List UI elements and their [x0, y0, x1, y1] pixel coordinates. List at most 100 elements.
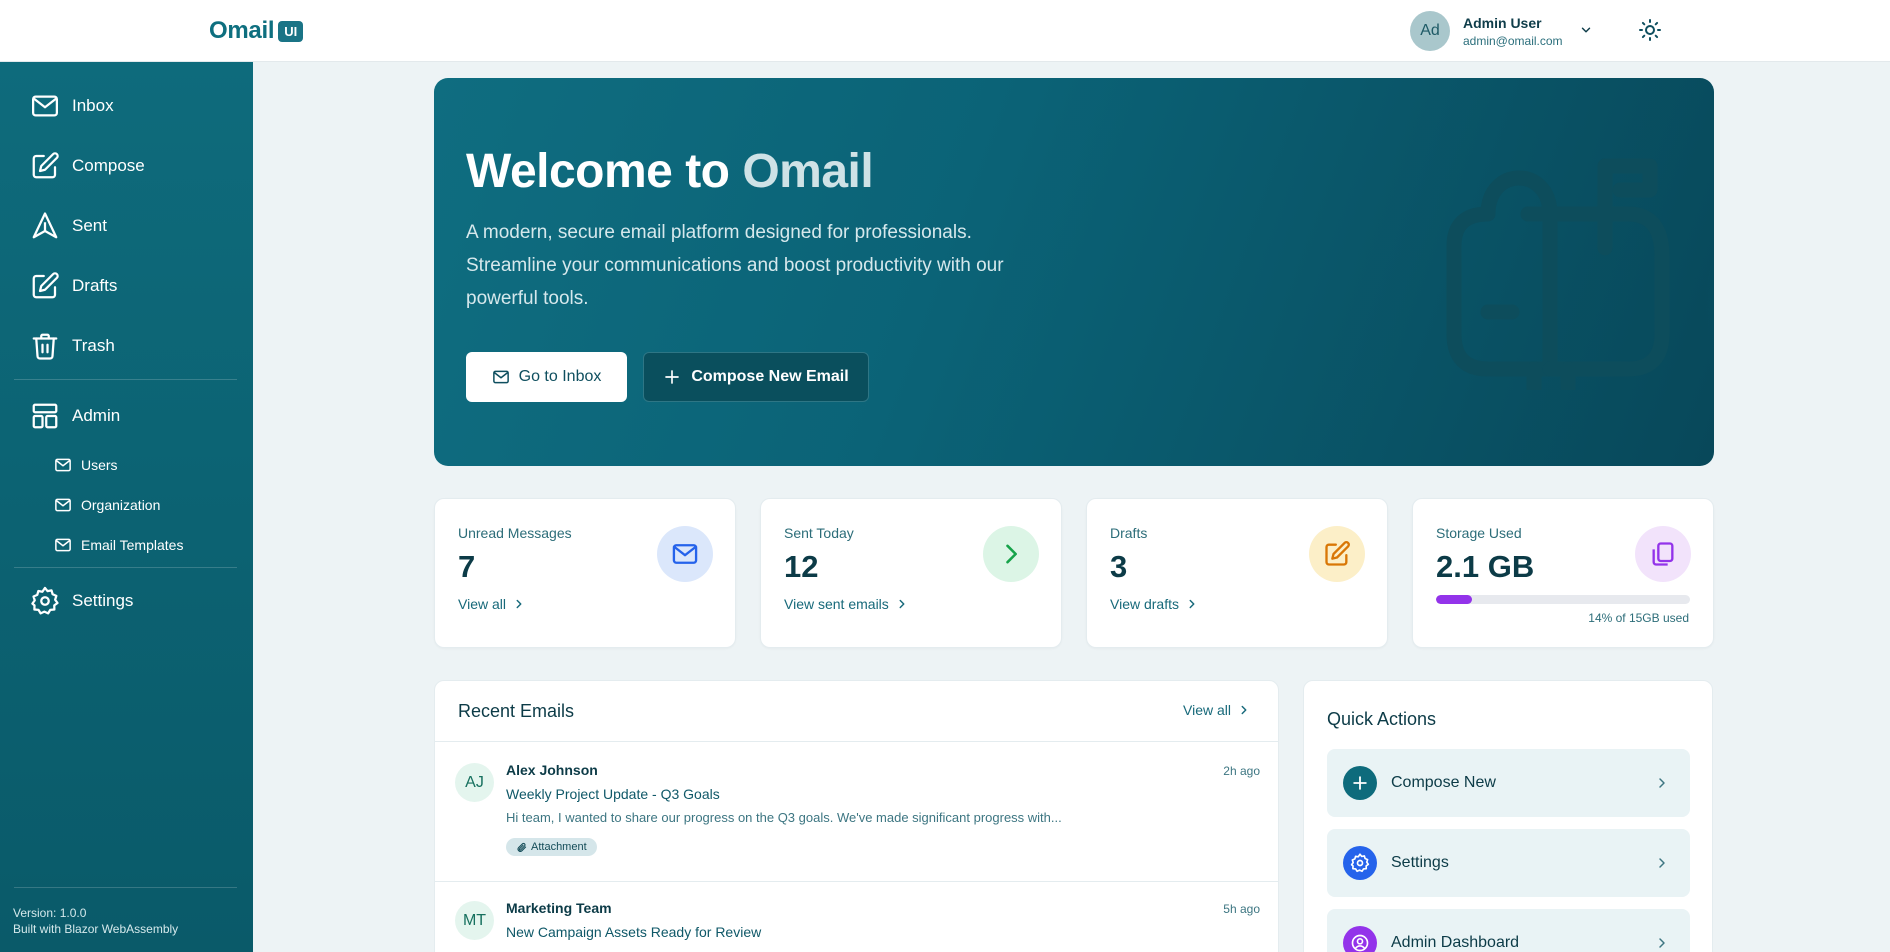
go-to-inbox-button[interactable]: Go to Inbox — [466, 352, 627, 402]
quick-action-settings[interactable]: Settings — [1327, 829, 1690, 897]
quick-actions-title: Quick Actions — [1327, 709, 1437, 729]
trash-icon — [32, 333, 58, 360]
quick-action-label: Compose New — [1391, 774, 1496, 791]
stat-value: 7 — [458, 549, 476, 584]
sidebar-divider — [14, 379, 237, 380]
sidebar-item-settings[interactable]: Settings — [30, 585, 133, 617]
sidebar-item-users[interactable]: Users — [54, 454, 118, 476]
edit-icon — [1325, 541, 1350, 566]
stat-label: Storage Used — [1436, 525, 1522, 541]
sidebar-item-sent[interactable]: Sent — [30, 210, 107, 242]
mail-icon — [55, 538, 71, 552]
recent-emails-title: Recent Emails — [458, 701, 575, 721]
go-to-inbox-label: Go to Inbox — [518, 368, 602, 385]
built-with-text: Built with Blazor WebAssembly — [13, 922, 179, 936]
mail-icon — [672, 544, 698, 564]
view-sent-label: View sent emails — [784, 596, 889, 612]
sidebar-item-organization[interactable]: Organization — [54, 494, 160, 516]
email-row[interactable]: AJ Alex Johnson 2h ago Weekly Project Up… — [435, 743, 1278, 882]
email-sender: Alex Johnson — [506, 762, 598, 778]
sidebar-item-label: Drafts — [72, 276, 118, 295]
hero-description: A modern, secure email platform designed… — [466, 222, 1004, 309]
sidebar-item-email-templates[interactable]: Email Templates — [54, 534, 183, 556]
quick-action-label: Admin Dashboard — [1391, 934, 1520, 951]
stat-label: Sent Today — [784, 525, 854, 541]
avatar[interactable]: Ad — [1410, 11, 1450, 51]
paperclip-icon — [517, 842, 527, 852]
chevron-right-icon — [1189, 599, 1195, 609]
sidebar-item-label: Organization — [81, 497, 161, 513]
sidebar-item-label: Admin — [72, 406, 121, 425]
storage-note: 14% of 15GB used — [1588, 611, 1689, 625]
quick-action-compose[interactable]: Compose New — [1327, 749, 1690, 817]
email-time: 5h ago — [1223, 902, 1260, 916]
plus-icon — [1353, 776, 1367, 790]
gear-icon — [1350, 853, 1370, 873]
recent-view-all-link[interactable]: View all — [1183, 702, 1251, 718]
user-name: Admin User — [1463, 14, 1542, 31]
stat-value: 2.1 GB — [1436, 549, 1535, 584]
user-email: admin@omail.com — [1463, 33, 1563, 48]
mailbox-icon — [1446, 158, 1670, 390]
sidebar-divider — [14, 567, 237, 568]
view-all-label: View all — [458, 596, 506, 612]
chevron-right-icon — [1659, 858, 1665, 868]
quick-actions-panel: Quick Actions Compose New Settings Admin… — [1303, 680, 1713, 952]
compose-new-email-label: Compose New Email — [691, 368, 849, 385]
hero-title-prefix: Welcome to — [466, 145, 730, 198]
sidebar-item-label: Compose — [72, 156, 145, 175]
chevron-down-icon[interactable] — [1579, 23, 1593, 37]
hero-title-accent: Omail — [742, 145, 874, 198]
compose-new-email-button[interactable]: Compose New Email — [643, 352, 869, 402]
sidebar-item-compose[interactable]: Compose — [30, 150, 145, 182]
page-title: Welcome to Omail — [466, 144, 874, 199]
view-drafts-link[interactable]: View drafts — [1110, 596, 1199, 612]
sidebar-item-label: Users — [81, 457, 118, 473]
attachment-label: Attachment — [531, 841, 587, 853]
quick-action-admin-dashboard[interactable]: Admin Dashboard — [1327, 909, 1690, 952]
sidebar-item-trash[interactable]: Trash — [30, 330, 115, 362]
view-all-link[interactable]: View all — [458, 596, 526, 612]
user-menu[interactable]: Ad Admin User admin@omail.com — [1410, 11, 1593, 51]
brand-logo[interactable]: Omail UI — [209, 17, 304, 45]
sidebar-item-admin[interactable]: Admin — [30, 400, 120, 432]
avatar: AJ — [455, 763, 494, 802]
sidebar-item-label: Settings — [72, 591, 134, 610]
attachment-badge: Attachment — [506, 838, 597, 856]
stat-icon — [657, 526, 713, 582]
chevron-right-icon — [1659, 938, 1665, 948]
quick-action-icon — [1343, 766, 1377, 800]
user-circle-icon — [1351, 934, 1369, 952]
sidebar-item-inbox[interactable]: Inbox — [30, 90, 114, 122]
send-icon — [32, 212, 58, 239]
storage-progress-fill — [1436, 595, 1472, 604]
sun-icon[interactable] — [1638, 18, 1662, 42]
stat-icon — [1309, 526, 1365, 582]
avatar: MT — [455, 901, 494, 940]
stat-value: 12 — [784, 549, 819, 584]
view-sent-emails-link[interactable]: View sent emails — [784, 596, 909, 612]
sidebar-item-drafts[interactable]: Drafts — [30, 270, 117, 302]
stat-card-unread: Unread Messages 7 View all — [434, 498, 736, 648]
mail-icon — [492, 370, 509, 384]
chevron-right-icon — [1006, 544, 1017, 564]
sidebar-item-label: Sent — [72, 216, 107, 235]
chevron-right-icon — [516, 599, 522, 609]
sidebar: Inbox Compose Sent Drafts Trash Admin Us… — [0, 62, 253, 952]
quick-action-icon — [1343, 926, 1377, 952]
sidebar-item-label: Email Templates — [81, 537, 184, 553]
email-sender: Marketing Team — [506, 900, 612, 916]
edit-icon — [32, 272, 59, 299]
stat-icon — [1635, 526, 1691, 582]
edit-icon — [32, 152, 59, 179]
email-subject: Weekly Project Update - Q3 Goals — [506, 786, 720, 802]
email-preview: Hi team, I wanted to share our progress … — [506, 810, 1062, 825]
stat-card-sent: Sent Today 12 View sent emails — [760, 498, 1062, 648]
top-bar: Omail UI Ad Admin User admin@omail.com — [0, 0, 1890, 62]
version-text: Version: 1.0.0 — [13, 906, 87, 920]
email-row[interactable]: MT Marketing Team 5h ago New Campaign As… — [435, 882, 1278, 952]
view-all-label: View all — [1183, 702, 1231, 718]
mail-icon — [32, 95, 58, 117]
plus-icon — [665, 370, 680, 384]
chevron-right-icon — [1659, 778, 1665, 788]
